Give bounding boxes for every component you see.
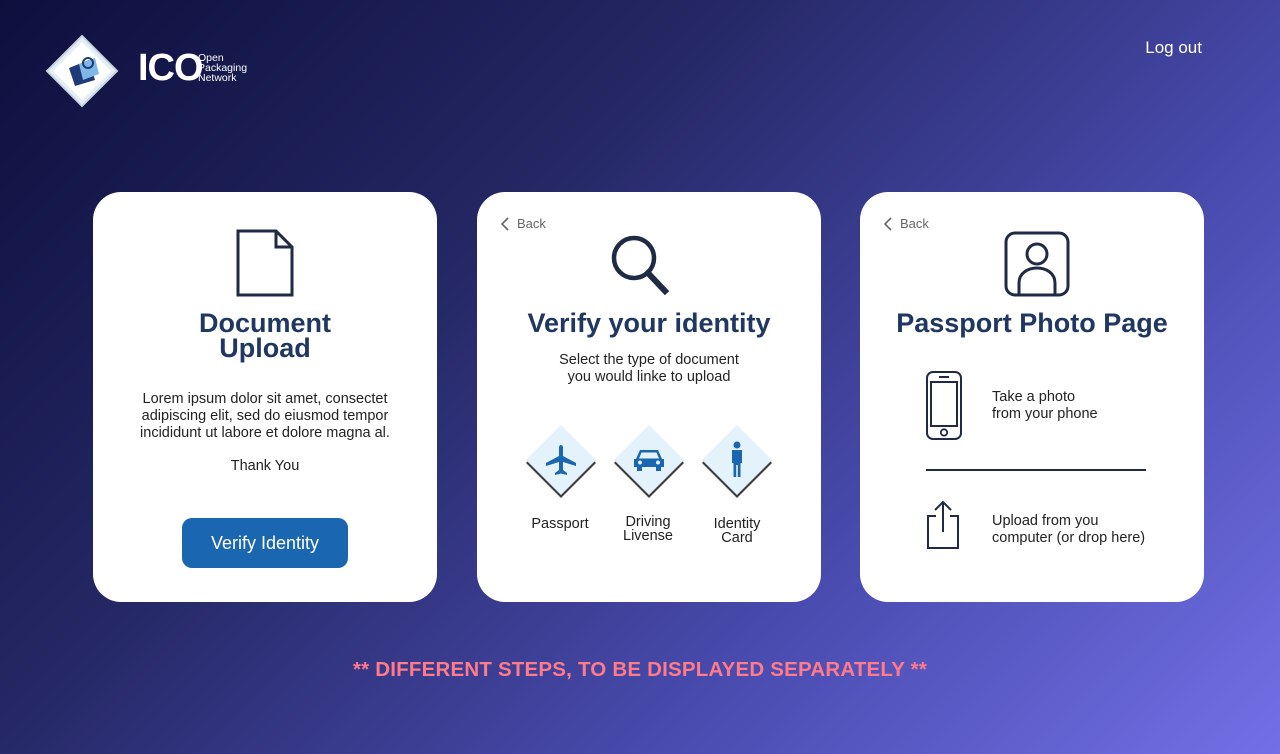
driving-license-label: Driving Livense [598, 514, 698, 544]
person-icon [732, 441, 742, 477]
option-label-line: Identity [713, 516, 761, 532]
passport-option[interactable] [523, 425, 599, 501]
verify-identity-card: Back Verify your identity Select the typ… [477, 192, 821, 602]
card-title: Document Upload [93, 310, 437, 363]
option-text-line: Upload from you [992, 513, 1099, 529]
option-text-line: Take a photo [992, 389, 1076, 405]
subtitle-line: Select the type of document [559, 352, 739, 368]
chevron-left-icon [500, 216, 509, 231]
logo-title: ICO [138, 47, 204, 89]
option-text-line: computer (or drop here) [992, 530, 1146, 546]
description-text: Lorem ipsum dolor sit amet, consectet ad… [93, 391, 437, 442]
driving-license-option[interactable] [611, 425, 687, 501]
car-icon [634, 450, 664, 471]
back-button[interactable]: Back [499, 216, 546, 231]
take-photo-text: Take a photo from your phone [992, 389, 1098, 423]
logo-subtitle: Open Packaging Network [198, 53, 247, 84]
option-label-line: Livense [623, 528, 673, 544]
thank-you-text: Thank You [230, 458, 300, 474]
logout-link[interactable]: Log out [1145, 38, 1202, 58]
option-label-line: Passport [531, 516, 589, 532]
title-line: Upload [219, 333, 311, 363]
description-line: adipiscing elit, sed do eiusmod tempor [141, 408, 389, 424]
option-label-line: Driving [625, 514, 671, 530]
plane-icon [546, 445, 576, 475]
upload-option[interactable]: Upload from you computer (or drop here) [860, 500, 1204, 550]
chevron-left-icon [883, 216, 892, 231]
footer-note: ** DIFFERENT STEPS, TO BE DISPLAYED SEPA… [352, 658, 928, 681]
option-label-line: Card [721, 530, 753, 546]
identity-card-label: Identity Card [687, 516, 787, 546]
card-title: Passport Photo Page [896, 308, 1168, 338]
description-line: Lorem ipsum dolor sit amet, consectet [142, 391, 388, 407]
passport-label: Passport [510, 516, 610, 532]
back-button[interactable]: Back [882, 216, 929, 231]
verify-identity-button[interactable]: Verify Identity [182, 518, 348, 568]
description-line: incididunt ut labore et dolore magna al. [140, 425, 390, 441]
passport-photo-card: Back Passport Photo Page Take a photo fr… [860, 192, 1204, 602]
back-label: Back [517, 216, 546, 231]
portrait-icon [1004, 231, 1070, 297]
logo-diamond-icon [45, 34, 119, 108]
document-upload-card: Document Upload Lorem ipsum dolor sit am… [93, 192, 437, 602]
back-label: Back [900, 216, 929, 231]
card-title: Verify your identity [527, 308, 771, 338]
upload-icon [927, 500, 959, 549]
divider [926, 469, 1146, 471]
identity-card-option[interactable] [699, 425, 775, 501]
subtitle-text: Select the type of document you would li… [477, 352, 821, 386]
phone-icon [926, 371, 962, 440]
take-photo-option[interactable]: Take a photo from your phone [860, 370, 1204, 442]
option-text-line: from your phone [992, 406, 1098, 422]
document-icon [236, 229, 294, 297]
upload-text: Upload from you computer (or drop here) [992, 513, 1145, 547]
search-icon [611, 235, 670, 296]
logo: ICO Open Packaging Network [45, 34, 250, 109]
logo-sub-line: Network [198, 72, 237, 84]
subtitle-line: you would linke to upload [567, 369, 731, 385]
